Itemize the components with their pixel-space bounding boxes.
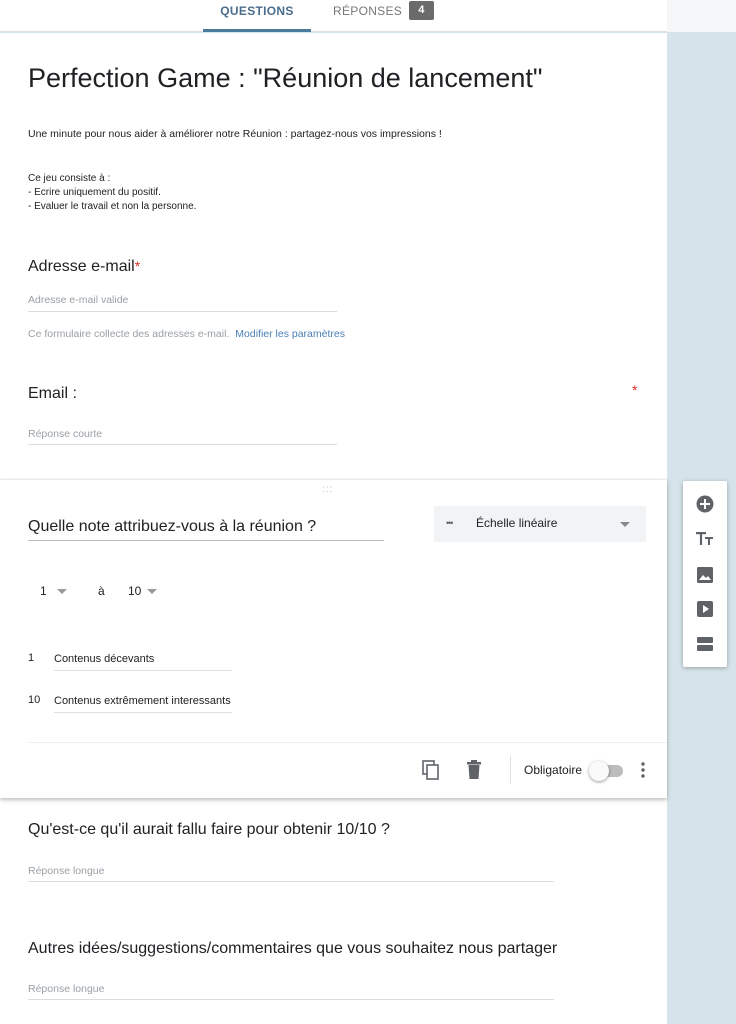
add-circle-icon[interactable] [695,494,715,514]
long-answer-underline [28,881,554,882]
improve-question-title[interactable]: Qu'est-ce qu'il aurait fallu faire pour … [28,821,390,839]
scale-min-value: 1 [40,584,47,598]
tab-responses-label: RÉPONSES [333,4,403,18]
chevron-down-icon [147,589,158,595]
top-bar-right-area [667,0,736,32]
question-title-input[interactable]: Quelle note attribuez-vous à la réunion … [28,518,316,536]
label-max-number: 10 [28,694,41,706]
form-description[interactable]: Une minute pour nous aider à améliorer n… [28,128,442,140]
required-mark: * [134,258,141,274]
linear-scale-icon: ••• [446,518,454,528]
rules-intro: Ce jeu consiste à : [28,173,111,184]
question-title-underline [28,540,384,541]
label-max-underline [54,712,232,713]
responses-count-badge: 4 [409,1,434,20]
more-vert-icon[interactable] [640,760,646,780]
text-title-icon[interactable] [695,529,715,549]
chevron-down-icon [56,589,67,595]
long-answer-placeholder: Réponse longue [28,865,105,877]
required-toggle-knob[interactable] [589,761,609,781]
email-collection-note: Ce formulaire collecte des adresses e-ma… [28,328,345,340]
footer-divider [510,756,511,784]
rules-item-2: - Evaluer le travail et non la personne. [28,201,197,212]
rules-item-1: - Ecrire uniquement du positif. [28,187,161,198]
email-note-text: Ce formulaire collecte des adresses e-ma… [28,328,230,340]
image-icon[interactable] [695,565,715,585]
tab-questions[interactable]: QUESTIONS [203,0,311,32]
form-rules[interactable]: Ce jeu consiste à : - Ecrire uniquement … [28,172,196,214]
label-max-input[interactable]: Contenus extrêmement interessants [54,695,232,707]
scale-max-value: 10 [128,584,142,598]
video-icon[interactable] [695,599,715,619]
modify-settings-link[interactable]: Modifier les paramètres [235,328,345,340]
tab-responses[interactable]: RÉPONSES 4 [333,0,434,32]
email-short-question-title[interactable]: Email : [28,385,77,403]
short-answer-underline [28,444,337,445]
label-min-number: 1 [28,652,35,664]
email-question-label: Adresse e-mail [28,258,135,275]
section-icon[interactable] [695,634,715,654]
required-mark: * [632,382,638,398]
other-question-title[interactable]: Autres idées/suggestions/commentaires qu… [28,940,557,958]
required-label: Obligatoire [524,763,583,777]
copy-icon[interactable] [422,760,440,780]
form-title[interactable]: Perfection Game : "Réunion de lancement" [28,63,542,94]
card-footer-divider [28,742,667,743]
label-min-underline [54,670,232,671]
scale-to-label: à [98,584,105,598]
label-min-input[interactable]: Contenus décevants [54,653,232,665]
question-type-label: Échelle linéaire [476,516,558,530]
long-answer-placeholder: Réponse longue [28,983,105,995]
scale-max-select[interactable]: 10 [128,584,158,598]
active-question-card[interactable]: ::: Quelle note attribuez-vous à la réun… [0,480,667,798]
floating-toolbar [683,481,727,667]
chevron-down-icon [620,522,630,527]
question-type-select[interactable]: ••• Échelle linéaire [434,506,646,542]
scale-min-select[interactable]: 1 [40,584,67,598]
email-field-underline [28,311,337,312]
email-question-title[interactable]: Adresse e-mail* [28,258,140,276]
long-answer-underline [28,999,554,1000]
top-tab-bar: QUESTIONS RÉPONSES 4 [0,0,667,32]
email-placeholder: Adresse e-mail valide [28,294,129,306]
short-answer-placeholder: Réponse courte [28,428,103,440]
trash-icon[interactable] [465,760,483,780]
drag-handle-icon[interactable]: ::: [322,484,333,495]
